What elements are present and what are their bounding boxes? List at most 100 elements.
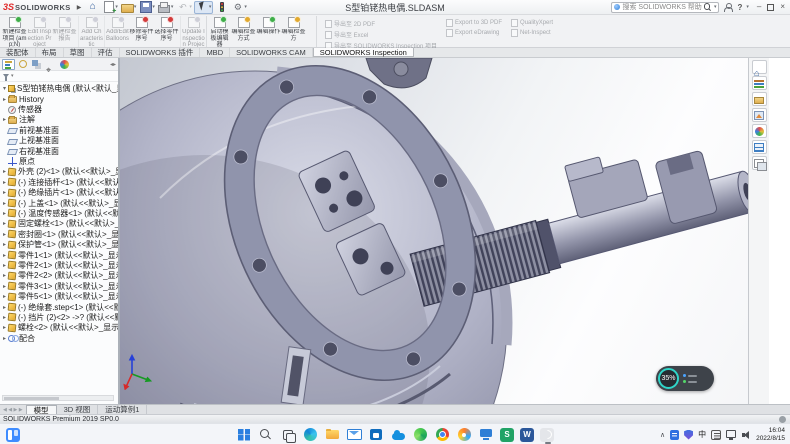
ribbon-button[interactable]: Edit Inspection Project bbox=[27, 16, 52, 47]
export-menu-item[interactable]: 导出至 Excel bbox=[325, 30, 437, 39]
ime-language-indicator[interactable]: 中 bbox=[698, 429, 706, 440]
tree-item[interactable]: ▸ 上视基准面 bbox=[1, 136, 118, 146]
tree-item[interactable]: ▸ 零件1<1> (默认<<默认>_显示状 bbox=[1, 250, 118, 260]
ribbon-button[interactable]: 编辑操作 bbox=[256, 16, 281, 47]
export-menu-item[interactable]: 导出至 2D PDF bbox=[325, 19, 437, 28]
tree-item[interactable]: ▸ 外壳 (2)<1> (默认<<默认>_显示状 bbox=[1, 167, 118, 177]
ribbon-button[interactable]: 新建检查项目 (amp;N) bbox=[2, 16, 27, 47]
dropdown-caret-icon[interactable]: ▾ bbox=[209, 4, 212, 10]
onedrive-icon[interactable] bbox=[390, 427, 406, 443]
hidden-icons-chevron[interactable]: ∧ bbox=[660, 431, 665, 439]
edge-browser-icon[interactable] bbox=[302, 427, 318, 443]
tree-item[interactable]: ▸ 螺栓<2> (默认<<默认>_显示状态 bbox=[1, 323, 118, 333]
ribbon-button[interactable]: Add/Edit Balloons bbox=[104, 16, 129, 47]
tree-item[interactable]: ▸ 零件3<1> (默认<<默认>_显示状 bbox=[1, 281, 118, 291]
tree-item[interactable]: ▸ (-) 温度传感器<1> (默认<<默认>_ bbox=[1, 208, 118, 218]
tree-item[interactable]: ▸ 固定螺栓<1> (默认<<默认>_显示 bbox=[1, 219, 118, 229]
app-s-icon[interactable]: S bbox=[500, 428, 514, 442]
taskbar-clock[interactable]: 16:04 2022/8/15 bbox=[756, 427, 785, 442]
export-menu-item[interactable]: Export to 3D PDF bbox=[446, 19, 502, 27]
search-icon[interactable] bbox=[258, 427, 274, 443]
tree-item[interactable]: ▸ 原点 bbox=[1, 156, 118, 166]
appearances-scenes-icon[interactable] bbox=[752, 124, 767, 138]
dropdown-caret-icon[interactable]: ▾ bbox=[171, 4, 174, 10]
view-palette-icon[interactable] bbox=[752, 108, 767, 122]
help-search-box[interactable]: 搜索 SOLIDWORKS 帮助 ▾ bbox=[611, 2, 719, 13]
quick-tips-icon[interactable] bbox=[779, 416, 786, 423]
ribbon-tab[interactable]: 草图 bbox=[64, 48, 92, 57]
microsoft-store-icon[interactable] bbox=[368, 427, 384, 443]
tree-item[interactable]: ▸ 注解 bbox=[1, 115, 118, 125]
restore-button[interactable] bbox=[767, 4, 774, 11]
featuremanager-tab[interactable] bbox=[2, 59, 15, 70]
file-explorer-icon[interactable] bbox=[752, 92, 767, 106]
ribbon-button[interactable]: Add Characteristic bbox=[78, 16, 103, 47]
forum-icon[interactable] bbox=[752, 156, 767, 170]
export-menu-item[interactable]: Export eDrawing bbox=[446, 29, 502, 37]
panel-tabs-overflow-icon[interactable]: ◂▸ bbox=[110, 61, 116, 68]
chrome-browser-icon[interactable] bbox=[434, 427, 450, 443]
tree-item[interactable]: ▸ History bbox=[1, 94, 118, 104]
ribbon-button[interactable]: 编辑检查方式 bbox=[231, 16, 256, 47]
login-person-icon[interactable] bbox=[723, 2, 733, 12]
filter-caret-icon[interactable]: ▾ bbox=[11, 73, 14, 79]
dropdown-caret-icon[interactable]: ▾ bbox=[189, 4, 192, 10]
dimxpertmanager-tab[interactable] bbox=[44, 59, 57, 70]
widgets-icon[interactable] bbox=[6, 428, 20, 442]
tree-item[interactable]: ▸ 零件2<2> (默认<<默认>_显示状 bbox=[1, 271, 118, 281]
browser-360-icon[interactable] bbox=[412, 427, 428, 443]
custom-properties-icon[interactable] bbox=[752, 140, 767, 154]
new-document-icon[interactable]: ▾ bbox=[101, 1, 119, 14]
minimize-button[interactable]: – bbox=[757, 3, 761, 11]
rebuild-traffic-light-icon[interactable]: ▾ bbox=[214, 1, 229, 14]
undo-icon[interactable]: ▾ bbox=[175, 1, 193, 14]
browser-2345-icon[interactable] bbox=[456, 427, 472, 443]
tab-scroll-buttons[interactable]: ◀ ◀ ▶ ▶ bbox=[0, 405, 26, 414]
ribbon-tab[interactable]: MBD bbox=[200, 48, 230, 57]
ribbon-tab[interactable]: 布局 bbox=[36, 48, 64, 57]
close-button[interactable]: × bbox=[780, 3, 785, 11]
ribbon-tab[interactable]: SOLIDWORKS CAM bbox=[230, 48, 313, 57]
expand-arrow-icon[interactable]: ▸ bbox=[1, 116, 8, 123]
ribbon-button[interactable]: Update Inspection Project bbox=[180, 16, 205, 47]
ribbon-button[interactable]: 移除零件序号 bbox=[129, 16, 154, 47]
start-icon[interactable] bbox=[236, 427, 252, 443]
displaymanager-tab[interactable] bbox=[58, 59, 71, 70]
save-icon[interactable]: ▾ bbox=[138, 1, 156, 14]
security-shield-icon[interactable] bbox=[684, 430, 693, 440]
design-library-icon[interactable] bbox=[752, 76, 767, 90]
home-icon[interactable]: ▾ bbox=[85, 1, 100, 14]
document-tab[interactable]: 3D 视图 bbox=[57, 405, 99, 414]
print-icon[interactable]: ▾ bbox=[157, 1, 175, 14]
graphics-viewport[interactable]: 35% bbox=[120, 58, 769, 404]
search-magnifier-icon[interactable] bbox=[704, 3, 712, 11]
options-gear-icon[interactable]: ▾ bbox=[230, 1, 248, 14]
this-pc-icon[interactable] bbox=[478, 427, 494, 443]
help-button[interactable]: ? bbox=[737, 3, 742, 12]
tree-item[interactable]: ▸ 配合 bbox=[1, 333, 118, 343]
propertymanager-tab[interactable] bbox=[16, 59, 29, 70]
display-icon[interactable] bbox=[726, 430, 736, 438]
tree-item[interactable]: ▸ (-) 上盖<1> (默认<<默认>_显示状 bbox=[1, 198, 118, 208]
document-tab[interactable]: 运动算例1 bbox=[98, 405, 147, 414]
wps-word-icon[interactable]: W bbox=[520, 428, 534, 442]
ribbon-button[interactable]: 启动模板编辑器 bbox=[206, 16, 231, 47]
tree-root-item[interactable]: ▾ S型铂铑热电偶 (默认<默认_显示状态-1> bbox=[1, 83, 118, 94]
ime-keyboard-icon[interactable] bbox=[711, 430, 721, 440]
dropdown-caret-icon[interactable]: ▾ bbox=[134, 4, 137, 10]
dropdown-caret-icon[interactable]: ▾ bbox=[152, 4, 155, 10]
document-tab[interactable]: 模型 bbox=[26, 405, 57, 414]
mail-icon[interactable] bbox=[346, 427, 362, 443]
ribbon-tab[interactable]: SOLIDWORKS 插件 bbox=[120, 48, 201, 57]
ribbon-tab[interactable]: 评估 bbox=[92, 48, 120, 57]
screen-recorder-overlay[interactable]: 35% bbox=[656, 366, 714, 391]
search-input[interactable]: 搜索 SOLIDWORKS 帮助 bbox=[622, 2, 701, 12]
logo-flyout-arrow-icon[interactable]: ▶ bbox=[77, 4, 82, 11]
file-explorer-icon[interactable] bbox=[324, 427, 340, 443]
configurationmanager-tab[interactable] bbox=[30, 59, 43, 70]
tree-item[interactable]: ▸ (-) 挡片 (2)<2> ->? (默认<<默认> bbox=[1, 312, 118, 322]
search-caret-icon[interactable]: ▾ bbox=[714, 4, 717, 10]
ribbon-button[interactable]: 选择零件序号 bbox=[154, 16, 179, 47]
export-menu-item[interactable]: Net-Inspect bbox=[511, 29, 553, 37]
select-cursor-icon[interactable]: ▾ bbox=[194, 1, 214, 14]
